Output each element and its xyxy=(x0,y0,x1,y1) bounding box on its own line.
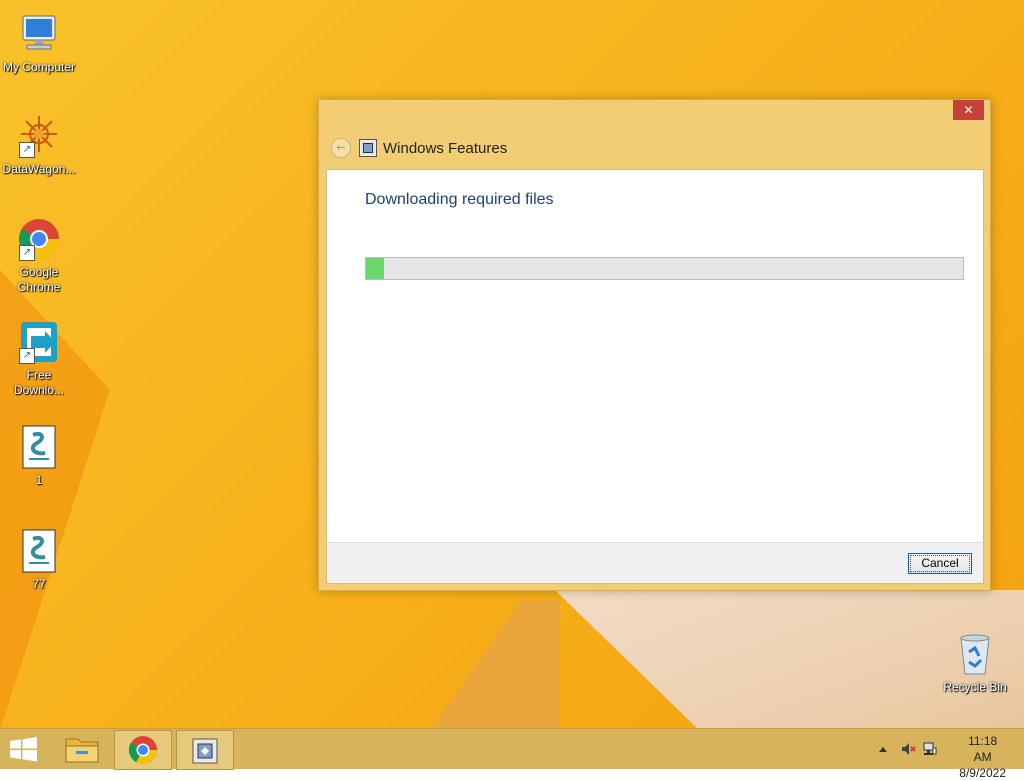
windows-features-icon xyxy=(192,738,218,764)
chrome-icon: ↗ xyxy=(15,215,63,263)
desktop-icon-label: Free Downlo... xyxy=(13,368,65,397)
dialog-title: Windows Features xyxy=(383,139,508,157)
dialog-footer: Cancel xyxy=(327,542,983,583)
desktop-icon-label: 77 xyxy=(32,577,46,591)
download-manager-icon: ↗ xyxy=(15,318,63,366)
download-progress-bar xyxy=(365,257,964,280)
status-heading: Downloading required files xyxy=(365,191,554,208)
taskbar-clock[interactable]: 11:18 AM 8/9/2022 xyxy=(959,733,1006,781)
wallpaper-shape xyxy=(430,600,560,728)
desktop-icon-datawagon[interactable]: ↗ DataWagon... xyxy=(0,112,78,177)
desktop-icon-free-download-manager[interactable]: ↗ Free Downlo... xyxy=(0,318,78,398)
progress-fill xyxy=(366,258,384,279)
network-icon[interactable] xyxy=(922,741,938,757)
recycle-bin-icon xyxy=(951,630,999,678)
datawagon-icon: ↗ xyxy=(15,112,63,160)
desktop-icon-1[interactable]: 1 xyxy=(0,423,78,488)
computer-icon xyxy=(15,10,63,58)
desktop-icon-my-computer[interactable]: My Computer xyxy=(0,10,78,75)
clock-date: 8/9/2022 xyxy=(959,766,1006,780)
desktop-icon-77[interactable]: 77 xyxy=(0,527,78,592)
desktop-icon-label: My Computer xyxy=(2,60,76,74)
desktop-icon-label: 1 xyxy=(35,473,43,487)
taskbar-chrome[interactable] xyxy=(114,730,172,770)
desktop-icon-recycle-bin[interactable]: Recycle Bin xyxy=(936,630,1014,695)
file-explorer-icon xyxy=(65,738,99,763)
start-button[interactable] xyxy=(0,730,56,768)
desktop-icon-label: Google Chrome xyxy=(17,265,61,294)
windows-features-icon xyxy=(359,139,377,157)
shortcut-arrow-icon: ↗ xyxy=(19,348,35,364)
chrome-icon xyxy=(129,736,157,764)
start-icon xyxy=(10,737,37,762)
taskbar: 11:18 AM 8/9/2022 xyxy=(0,728,1024,780)
shortcut-arrow-icon: ↗ xyxy=(19,245,35,261)
desktop-icon-google-chrome[interactable]: ↗ Google Chrome xyxy=(0,215,78,295)
volume-muted-icon[interactable] xyxy=(900,741,916,757)
back-arrow-icon[interactable]: ← xyxy=(331,138,351,158)
clock-time: 11:18 AM xyxy=(968,734,998,764)
taskbar-file-explorer[interactable] xyxy=(56,730,112,768)
desktop: My Computer ↗ DataWagon... ↗ Google Chro… xyxy=(0,0,1024,728)
cancel-button[interactable]: Cancel xyxy=(908,553,972,574)
script-file-icon xyxy=(15,527,63,575)
dialog-content: Downloading required files Cancel xyxy=(326,169,984,584)
script-file-icon xyxy=(15,423,63,471)
show-hidden-icons-icon[interactable] xyxy=(878,745,888,753)
desktop-icon-label: DataWagon... xyxy=(2,162,76,176)
taskbar-windows-features[interactable] xyxy=(176,730,234,770)
windows-features-dialog: ✕ ← Windows Features Downloading require… xyxy=(318,99,991,591)
desktop-icon-label: Recycle Bin xyxy=(943,680,1007,694)
dialog-header: ← Windows Features xyxy=(331,137,507,159)
close-button[interactable]: ✕ xyxy=(953,100,984,120)
shortcut-arrow-icon: ↗ xyxy=(19,142,35,158)
